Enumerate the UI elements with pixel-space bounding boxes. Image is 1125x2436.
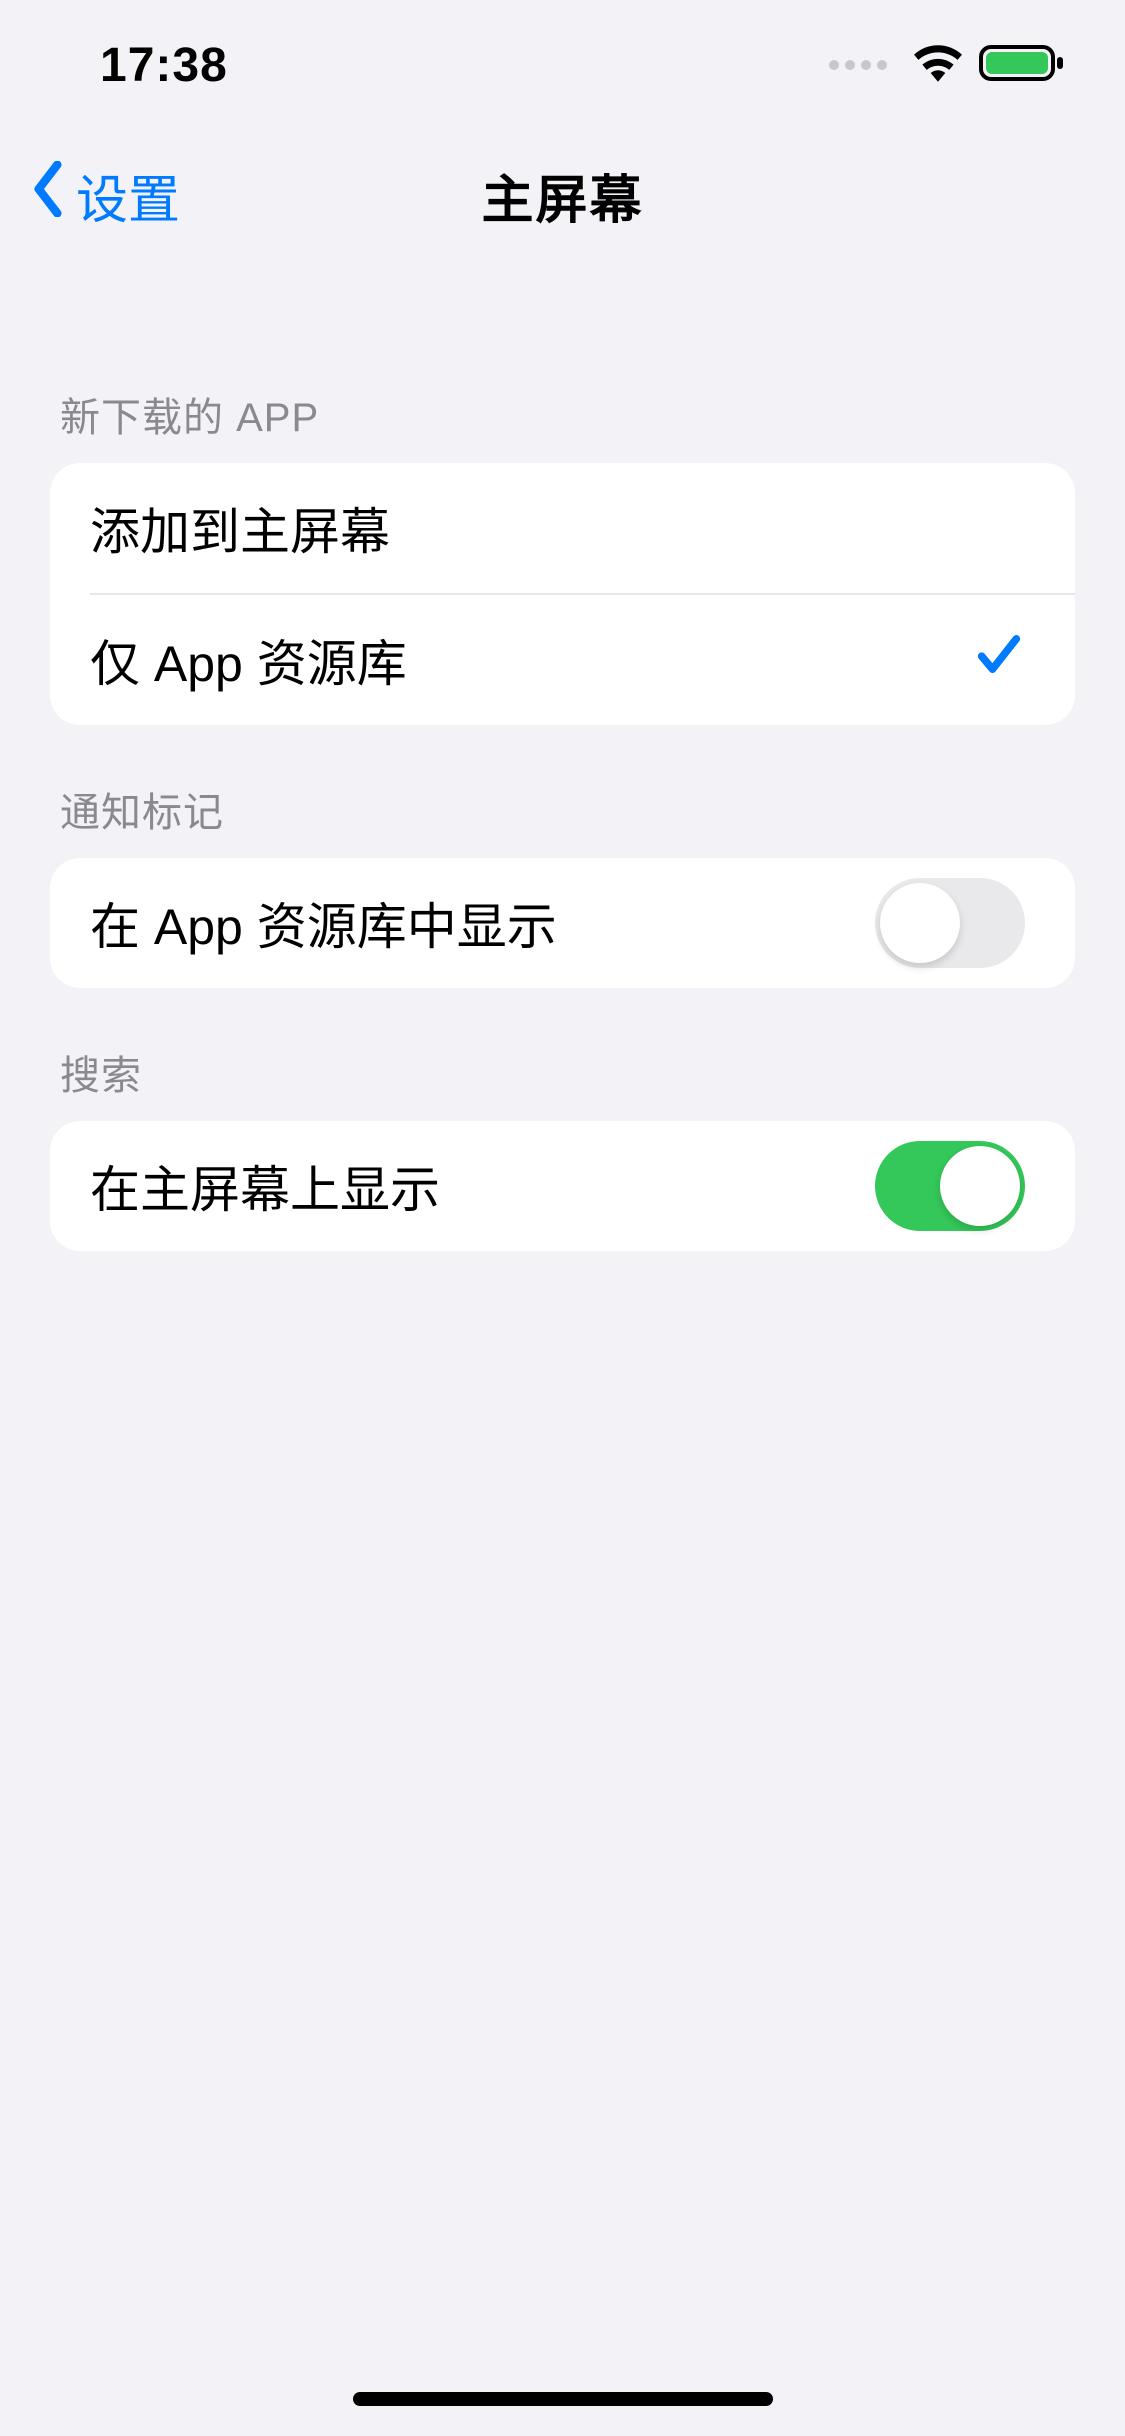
toggle-show-in-library[interactable] <box>875 878 1025 968</box>
status-time: 17:38 <box>100 38 228 93</box>
group-badges: 在 App 资源库中显示 <box>50 858 1075 988</box>
section-header-badges: 通知标记 <box>0 725 1125 858</box>
option-add-to-home[interactable]: 添加到主屏幕 <box>50 463 1075 593</box>
group-search: 在主屏幕上显示 <box>50 1121 1075 1251</box>
back-button[interactable]: 设置 <box>30 158 180 233</box>
section-header-new-apps: 新下载的 APP <box>0 330 1125 463</box>
battery-icon <box>979 43 1065 88</box>
option-label: 添加到主屏幕 <box>90 492 390 564</box>
back-label: 设置 <box>76 158 180 233</box>
row-show-on-home: 在主屏幕上显示 <box>50 1121 1075 1251</box>
cellular-dots-icon <box>829 60 887 70</box>
wifi-icon <box>913 43 963 88</box>
option-library-only[interactable]: 仅 App 资源库 <box>50 595 1075 725</box>
nav-bar: 设置 主屏幕 <box>0 130 1125 260</box>
home-indicator[interactable] <box>353 2392 773 2406</box>
row-label: 在主屏幕上显示 <box>90 1150 440 1222</box>
page-title: 主屏幕 <box>481 158 643 233</box>
row-show-in-library: 在 App 资源库中显示 <box>50 858 1075 988</box>
option-label: 仅 App 资源库 <box>90 624 407 696</box>
group-new-apps: 添加到主屏幕 仅 App 资源库 <box>50 463 1075 725</box>
status-bar: 17:38 <box>0 0 1125 130</box>
chevron-left-icon <box>30 161 66 230</box>
checkmark-icon <box>973 628 1025 692</box>
toggle-show-on-home[interactable] <box>875 1141 1025 1231</box>
row-label: 在 App 资源库中显示 <box>90 887 557 959</box>
status-indicators <box>829 43 1065 88</box>
section-header-search: 搜索 <box>0 988 1125 1121</box>
